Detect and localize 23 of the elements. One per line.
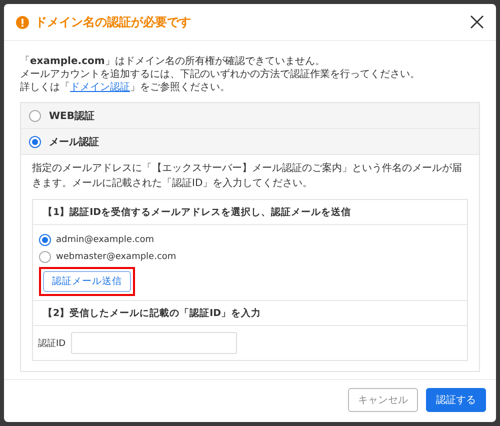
email-option-label: admin@example.com bbox=[56, 234, 154, 244]
cancel-button[interactable]: キャンセル bbox=[348, 388, 418, 412]
description-text: 指定のメールアドレスに「【エックスサーバー】メール認証のご案内」という件名のメールが届きます。メールに記載された「認証ID」を入力してください。 bbox=[32, 162, 463, 191]
intro-text: 詳しくは「ドメイン認証」をご参照ください。 bbox=[20, 81, 231, 94]
method-option[interactable]: WEB認証 bbox=[21, 103, 479, 129]
send-email-button[interactable]: 認証メール送信 bbox=[43, 271, 131, 292]
intro-text: メールアカウントを追加するには、下記のいずれかの方法で認証作業を行ってください。 bbox=[20, 68, 421, 81]
email-option-label: webmaster@example.com bbox=[56, 252, 176, 262]
input-field[interactable] bbox=[70, 332, 237, 354]
radio-button[interactable] bbox=[39, 250, 51, 262]
intro-text: 「example.com」はドメイン名の所有権が確認できていません。 bbox=[20, 55, 326, 68]
field-label: 認証ID bbox=[38, 338, 66, 350]
warning-icon bbox=[16, 16, 29, 28]
radio-button[interactable] bbox=[29, 110, 41, 122]
method-option[interactable]: メール認証 bbox=[21, 129, 479, 155]
close-icon[interactable] bbox=[470, 15, 484, 29]
radio-button[interactable] bbox=[39, 234, 51, 246]
step-heading: 【2】受信したメールに記載の「認証ID」を入力 bbox=[33, 300, 467, 326]
dialog-title: ドメイン名の認証が必要です bbox=[35, 14, 192, 30]
step-heading: 【1】認証IDを受信するメールアドレスを選択し、認証メールを送信 bbox=[33, 200, 467, 225]
help-link[interactable]: ドメイン認証 bbox=[70, 82, 130, 93]
radio-button[interactable] bbox=[29, 136, 41, 148]
confirm-button[interactable]: 認証する bbox=[426, 388, 486, 412]
